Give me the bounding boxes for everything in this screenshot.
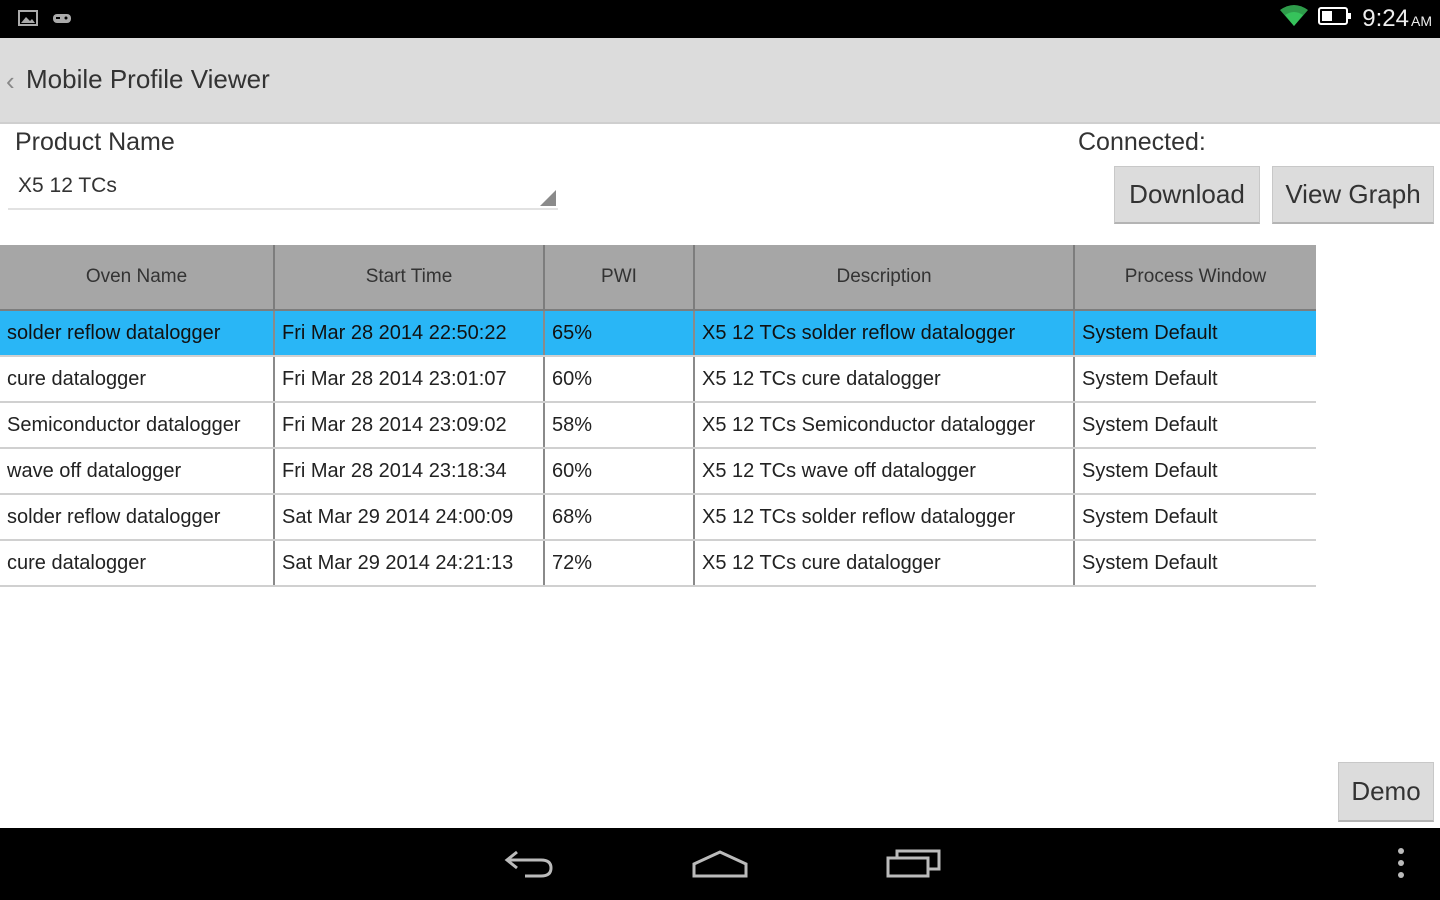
product-spinner[interactable]: X5 12 TCs (8, 166, 558, 210)
cell-pwi: 65% (544, 310, 695, 357)
column-header-process-window[interactable]: Process Window (1074, 245, 1316, 311)
cell-oven-name: Semiconductor datalogger (0, 402, 275, 449)
table-row[interactable]: wave off datalogger Fri Mar 28 2014 23:1… (0, 448, 1316, 495)
cell-start-time: Fri Mar 28 2014 23:18:34 (274, 448, 545, 495)
cell-pwi: 72% (544, 540, 695, 587)
profile-table: Oven Name Start Time PWI Description Pro… (0, 245, 1316, 587)
cell-pwi: 68% (544, 494, 695, 541)
chevron-left-icon[interactable]: ‹ (6, 66, 15, 97)
overflow-menu-icon[interactable] (1394, 846, 1408, 885)
cell-description: X5 12 TCs Semiconductor datalogger (694, 402, 1075, 449)
cell-oven-name: solder reflow datalogger (0, 310, 275, 357)
column-header-start-time[interactable]: Start Time (274, 245, 545, 311)
connection-status-label: Connected: (1078, 128, 1206, 156)
column-header-pwi[interactable]: PWI (544, 245, 695, 311)
table-row[interactable]: Semiconductor datalogger Fri Mar 28 2014… (0, 402, 1316, 449)
table-row[interactable]: cure datalogger Fri Mar 28 2014 23:01:07… (0, 356, 1316, 403)
cell-oven-name: wave off datalogger (0, 448, 275, 495)
spinner-arrow-icon (540, 190, 556, 206)
clock-time: 9:24 (1362, 4, 1409, 32)
cell-process-window: System Default (1074, 402, 1316, 449)
cell-start-time: Fri Mar 28 2014 23:09:02 (274, 402, 545, 449)
recent-apps-icon[interactable] (885, 846, 943, 885)
cell-process-window: System Default (1074, 310, 1316, 357)
cell-oven-name: cure datalogger (0, 356, 275, 403)
cell-description: X5 12 TCs solder reflow datalogger (694, 494, 1075, 541)
gallery-icon (18, 10, 38, 31)
cell-process-window: System Default (1074, 540, 1316, 587)
clock-ampm: AM (1411, 12, 1432, 29)
cell-start-time: Sat Mar 29 2014 24:21:13 (274, 540, 545, 587)
battery-icon (1318, 6, 1352, 31)
table-row[interactable]: cure datalogger Sat Mar 29 2014 24:21:13… (0, 540, 1316, 587)
table-row[interactable]: solder reflow datalogger Sat Mar 29 2014… (0, 494, 1316, 541)
cell-oven-name: solder reflow datalogger (0, 494, 275, 541)
cell-pwi: 60% (544, 356, 695, 403)
cell-process-window: System Default (1074, 494, 1316, 541)
product-spinner-value: X5 12 TCs (18, 174, 117, 197)
cell-start-time: Sat Mar 29 2014 24:00:09 (274, 494, 545, 541)
column-header-description[interactable]: Description (694, 245, 1075, 311)
cell-description: X5 12 TCs cure datalogger (694, 356, 1075, 403)
download-button[interactable]: Download (1114, 166, 1260, 224)
game-controller-icon (52, 11, 72, 30)
cell-start-time: Fri Mar 28 2014 22:50:22 (274, 310, 545, 357)
table-header-row: Oven Name Start Time PWI Description Pro… (0, 245, 1316, 311)
back-icon[interactable] (503, 846, 555, 885)
cell-process-window: System Default (1074, 356, 1316, 403)
cell-description: X5 12 TCs wave off datalogger (694, 448, 1075, 495)
product-name-label: Product Name (15, 128, 175, 156)
wifi-icon (1280, 4, 1309, 33)
cell-start-time: Fri Mar 28 2014 23:01:07 (274, 356, 545, 403)
cell-pwi: 60% (544, 448, 695, 495)
cell-description: X5 12 TCs solder reflow datalogger (694, 310, 1075, 357)
table-row[interactable]: solder reflow datalogger Fri Mar 28 2014… (0, 310, 1316, 357)
app-title[interactable]: Mobile Profile Viewer (26, 64, 270, 95)
navigation-bar (0, 828, 1440, 900)
cell-description: X5 12 TCs cure datalogger (694, 540, 1075, 587)
clock: 9:24 AM (1362, 5, 1432, 33)
home-icon[interactable] (690, 846, 750, 885)
demo-button[interactable]: Demo (1338, 762, 1434, 822)
cell-pwi: 58% (544, 402, 695, 449)
action-bar: ‹ Mobile Profile Viewer (0, 38, 1440, 124)
cell-process-window: System Default (1074, 448, 1316, 495)
column-header-oven-name[interactable]: Oven Name (0, 245, 275, 311)
status-bar: 9:24 AM (0, 0, 1440, 38)
view-graph-button[interactable]: View Graph (1272, 166, 1434, 224)
cell-oven-name: cure datalogger (0, 540, 275, 587)
